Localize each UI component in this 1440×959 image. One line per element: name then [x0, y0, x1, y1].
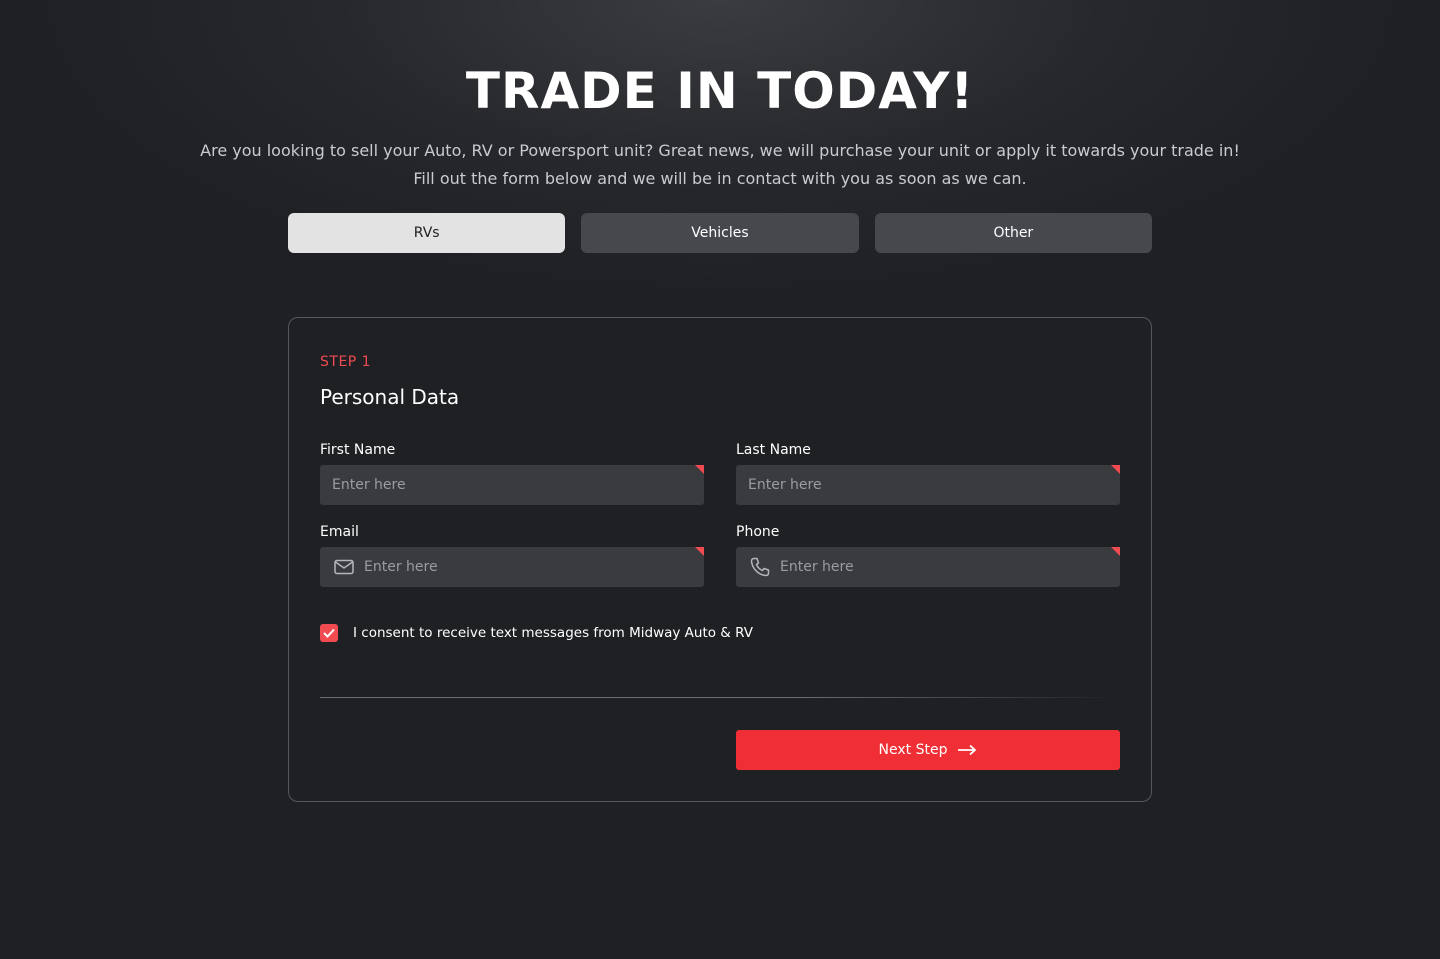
page-title: TRADE IN TODAY!	[465, 62, 975, 120]
required-marker	[695, 465, 704, 474]
consent-row: I consent to receive text messages from …	[320, 624, 753, 642]
arrow-right-icon	[957, 744, 977, 756]
phone-field: Phone	[736, 522, 1120, 587]
consent-checkbox[interactable]	[320, 624, 338, 642]
phone-icon	[749, 556, 771, 578]
category-tabs: RVs Vehicles Other	[288, 213, 1152, 253]
phone-input[interactable]	[771, 547, 1120, 587]
subtitle-line-2: Fill out the form below and we will be i…	[413, 169, 1027, 188]
subtitle-line-1: Are you looking to sell your Auto, RV or…	[200, 141, 1240, 160]
first-name-input[interactable]	[320, 465, 704, 505]
next-step-button[interactable]: Next Step	[736, 730, 1120, 770]
trade-in-form-card: STEP 1 Personal Data First Name Last Nam…	[288, 317, 1152, 802]
last-name-input[interactable]	[736, 465, 1120, 505]
phone-input-wrap	[736, 547, 1120, 587]
email-label: Email	[320, 524, 359, 540]
divider	[320, 697, 1120, 698]
tab-rvs[interactable]: RVs	[288, 213, 566, 253]
first-name-label: First Name	[320, 442, 396, 458]
next-step-label: Next Step	[878, 742, 948, 758]
first-name-field: First Name	[320, 440, 704, 505]
phone-label: Phone	[736, 524, 780, 540]
last-name-input-wrap	[736, 465, 1120, 505]
tab-other[interactable]: Other	[874, 213, 1152, 253]
email-input-wrap	[320, 547, 704, 587]
step-label: STEP 1	[320, 354, 372, 370]
last-name-field: Last Name	[736, 440, 1120, 505]
tab-vehicles[interactable]: Vehicles	[581, 213, 859, 253]
email-field: Email	[320, 522, 704, 587]
consent-label: I consent to receive text messages from …	[353, 625, 753, 641]
page-subtitle: Are you looking to sell your Auto, RV or…	[0, 137, 1440, 193]
first-name-input-wrap	[320, 465, 704, 505]
checkmark-icon	[323, 628, 335, 638]
required-marker	[1111, 547, 1120, 556]
required-marker	[1111, 465, 1120, 474]
required-marker	[695, 547, 704, 556]
envelope-icon	[333, 556, 355, 578]
email-input[interactable]	[355, 547, 704, 587]
section-title: Personal Data	[320, 385, 460, 409]
last-name-label: Last Name	[736, 442, 811, 458]
